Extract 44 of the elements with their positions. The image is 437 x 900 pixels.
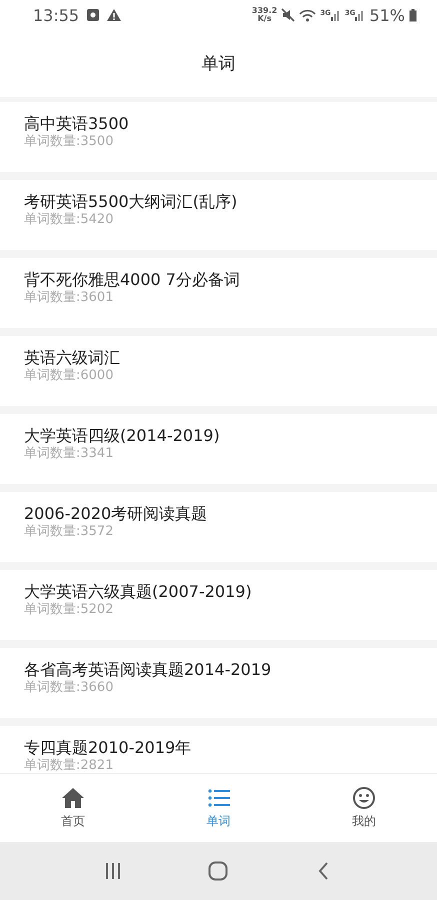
nav-tab[interactable]: 首页 — [0, 774, 146, 842]
battery-icon — [409, 8, 417, 22]
book-card[interactable]: 专四真题2010-2019年 单词数量:2821 — [0, 726, 437, 773]
book-title: 专四真题2010-2019年 — [24, 738, 192, 758]
network-speed: 339.2 — [252, 7, 278, 15]
word-count: 单词数量:5202 — [24, 602, 114, 617]
word-count: 单词数量:6000 — [24, 368, 114, 383]
word-count: 单词数量:2821 — [24, 758, 114, 773]
signal-icon — [330, 9, 341, 21]
word-count: 单词数量:3601 — [24, 290, 114, 305]
word-count: 单词数量:3341 — [24, 446, 114, 461]
book-title: 大学英语六级真题(2007-2019) — [24, 582, 253, 602]
book-title: 各省高考英语阅读真题2014-2019 — [24, 660, 272, 680]
book-card[interactable]: 高中英语3500 单词数量:3500 — [0, 102, 437, 172]
word-count: 单词数量:3660 — [24, 680, 114, 695]
book-card[interactable]: 背不死你雅思4000 7分必备词 单词数量:3601 — [0, 258, 437, 328]
signal-icon — [355, 9, 366, 21]
home-icon — [60, 786, 85, 810]
book-title: 大学英语四级(2014-2019) — [24, 426, 221, 446]
square-notification-icon — [87, 9, 100, 21]
book-title: 考研英语5500大纲词汇(乱序) — [24, 192, 238, 212]
word-count: 单词数量:3500 — [24, 134, 114, 149]
nav-tab[interactable]: 我的 — [291, 774, 437, 842]
book-title: 高中英语3500 — [24, 114, 130, 134]
wifi-icon — [299, 8, 316, 22]
book-card[interactable]: 英语六级词汇 单词数量:6000 — [0, 336, 437, 406]
book-title: 2006-2020考研阅读真题 — [24, 504, 208, 524]
book-title: 背不死你雅思4000 7分必备词 — [24, 270, 241, 290]
clock-time: 13:55 — [33, 6, 80, 24]
word-count: 单词数量:3572 — [24, 524, 114, 539]
word-count: 单词数量:5420 — [24, 212, 114, 227]
home-button-icon — [208, 861, 228, 881]
book-card[interactable]: 大学英语四级(2014-2019) 单词数量:3341 — [0, 414, 437, 484]
battery-percent: 51% — [369, 6, 405, 24]
page-title: 单词 — [202, 53, 236, 75]
book-card[interactable]: 2006-2020考研阅读真题 单词数量:3572 — [0, 492, 437, 562]
book-card[interactable]: 大学英语六级真题(2007-2019) 单词数量:5202 — [0, 570, 437, 640]
book-card[interactable]: 考研英语5500大纲词汇(乱序) 单词数量:5420 — [0, 180, 437, 250]
speed-unit: K/s — [258, 15, 272, 23]
smiley-icon — [352, 786, 376, 810]
warning-icon — [107, 9, 122, 21]
mute-icon — [281, 8, 296, 22]
book-card[interactable]: 各省高考英语阅读真题2014-2019 单词数量:3660 — [0, 648, 437, 718]
book-title: 英语六级词汇 — [24, 348, 121, 368]
